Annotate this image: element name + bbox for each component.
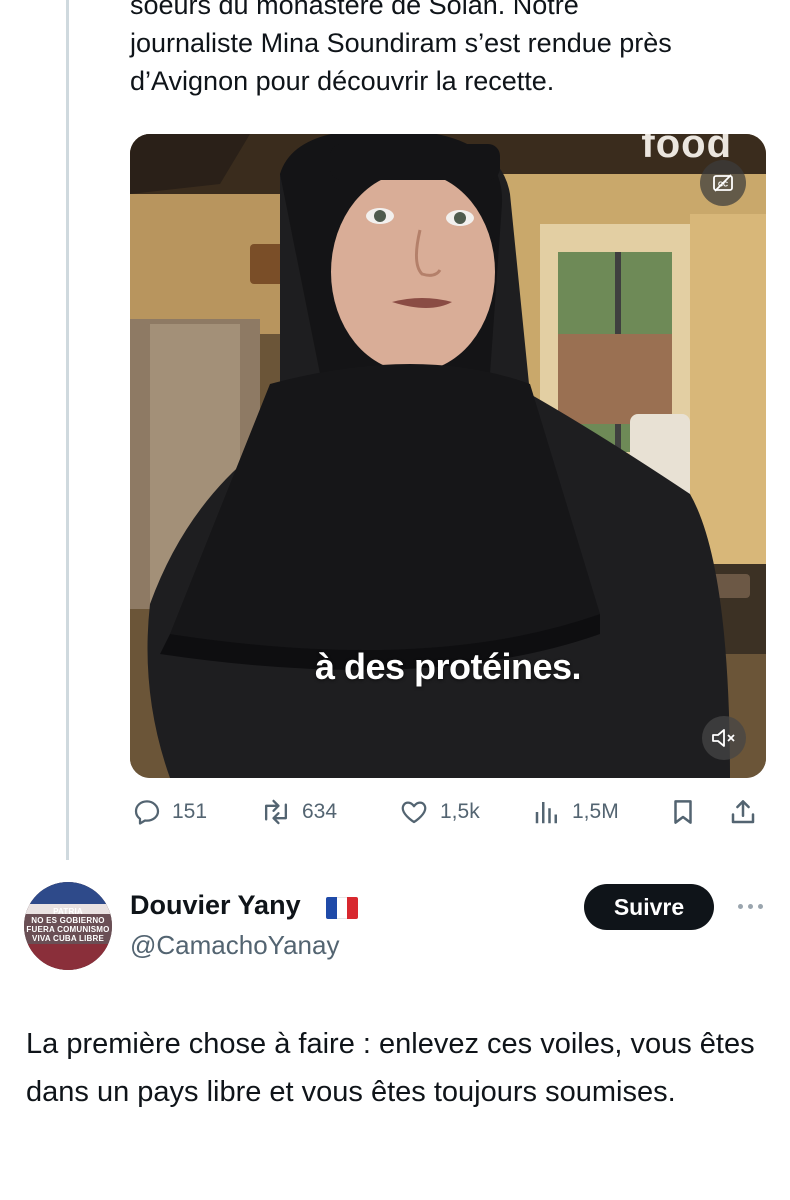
share-icon <box>731 800 755 824</box>
views-count: 1,5M <box>572 800 619 823</box>
thread-connector-line <box>66 0 69 860</box>
reply-count: 151 <box>172 800 208 823</box>
avatar[interactable]: PATRIA NO ES GOBIERNO FUERA COMUNISMO VI… <box>24 882 112 970</box>
post-text-line: d’Avignon pour découvrir la recette. <box>130 66 555 96</box>
like-action[interactable]: 1,5k <box>398 792 480 832</box>
follow-button[interactable]: Suivre <box>584 884 714 930</box>
avatar-caption-line: PATRIA <box>53 907 83 916</box>
closed-captions-icon: CC <box>713 174 733 192</box>
video-player[interactable]: food CC à des protéines. <box>130 134 766 778</box>
bookmark-icon <box>674 800 692 824</box>
post-actions-bar: 151 634 1,5k 1,5M <box>130 792 766 832</box>
post-text-line: soeurs du monastère de Solan. Notre <box>130 0 579 20</box>
repost-icon <box>264 799 288 825</box>
french-flag-icon <box>326 897 358 919</box>
more-dot-icon <box>737 903 743 909</box>
reply-icon <box>134 800 160 825</box>
repost-count: 634 <box>302 800 338 823</box>
more-dot-icon <box>757 903 763 909</box>
reply-text: La première chose à faire : enlevez ces … <box>26 1028 755 1108</box>
reply-action[interactable]: 151 <box>132 792 207 832</box>
video-subtitle: à des protéines. <box>314 646 582 687</box>
post-text: soeurs du monastère de Solan. Notre jour… <box>130 0 770 100</box>
speaker-muted-icon <box>712 729 735 747</box>
avatar-caption: PATRIA NO ES GOBIERNO FUERA COMUNISMO VI… <box>24 907 112 943</box>
views-action[interactable]: 1,5M <box>532 792 619 832</box>
avatar-caption-line: FUERA COMUNISMO <box>26 925 110 934</box>
avatar-caption-line: VIVA CUBA LIBRE <box>31 934 105 943</box>
analytics-icon <box>535 802 557 824</box>
closed-captions-button[interactable]: CC <box>700 160 746 206</box>
avatar-caption-line: NO ES GOBIERNO <box>31 916 105 925</box>
like-count: 1,5k <box>440 800 480 823</box>
mute-button[interactable] <box>702 716 746 760</box>
post-text-line: journaliste Mina Soundiram s’est rendue … <box>130 28 672 58</box>
author-handle[interactable]: @CamachoYanay <box>130 930 339 961</box>
heart-icon <box>401 801 427 824</box>
repost-action[interactable]: 634 <box>260 792 337 832</box>
more-options-button[interactable] <box>732 892 768 920</box>
share-action[interactable] <box>728 792 758 832</box>
more-dot-icon <box>747 903 753 909</box>
bookmark-action[interactable] <box>668 792 698 832</box>
author-name[interactable]: Douvier Yany <box>130 890 301 921</box>
